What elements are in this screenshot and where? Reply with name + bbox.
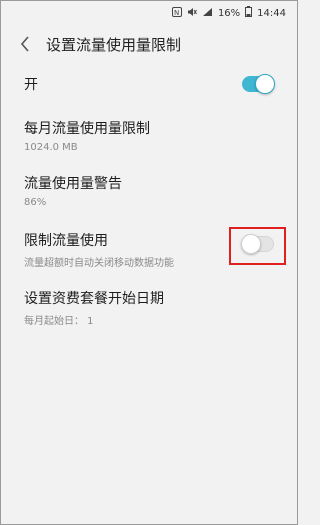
cycle-start-label: 设置资费套餐开始日期 <box>24 291 164 307</box>
warning-label: 流量使用量警告 <box>24 176 122 192</box>
back-arrow-icon[interactable] <box>16 35 34 53</box>
highlight-box <box>229 227 286 265</box>
monthly-limit-label: 每月流量使用量限制 <box>24 121 150 137</box>
page-title: 设置流量使用量限制 <box>46 35 182 54</box>
mute-icon <box>187 7 197 20</box>
battery-percent: 16% <box>217 7 241 19</box>
nfc-icon: N <box>171 6 182 20</box>
master-switch-toggle[interactable] <box>242 74 275 94</box>
cycle-start-value: 每月起始日： 1 <box>24 316 94 327</box>
clock: 14:44 <box>257 7 286 19</box>
monthly-limit-value: 1024.0 MB <box>24 142 78 153</box>
svg-text:N: N <box>174 9 179 17</box>
signal-icon <box>202 7 213 20</box>
cycle-start-row[interactable]: 设置资费套餐开始日期 每月起始日： 1 <box>0 278 298 336</box>
status-bar: N 16% 14:44 <box>0 0 298 26</box>
monthly-limit-row[interactable]: 每月流量使用量限制 1024.0 MB <box>0 104 298 162</box>
battery-icon <box>245 6 253 20</box>
warning-row[interactable]: 流量使用量警告 86% <box>0 162 298 220</box>
master-switch-row[interactable]: 开 <box>0 64 298 104</box>
warning-value: 86% <box>24 197 47 208</box>
app-bar: 设置流量使用量限制 <box>0 26 298 62</box>
toggle-knob <box>255 74 275 94</box>
master-switch-label: 开 <box>24 77 38 93</box>
